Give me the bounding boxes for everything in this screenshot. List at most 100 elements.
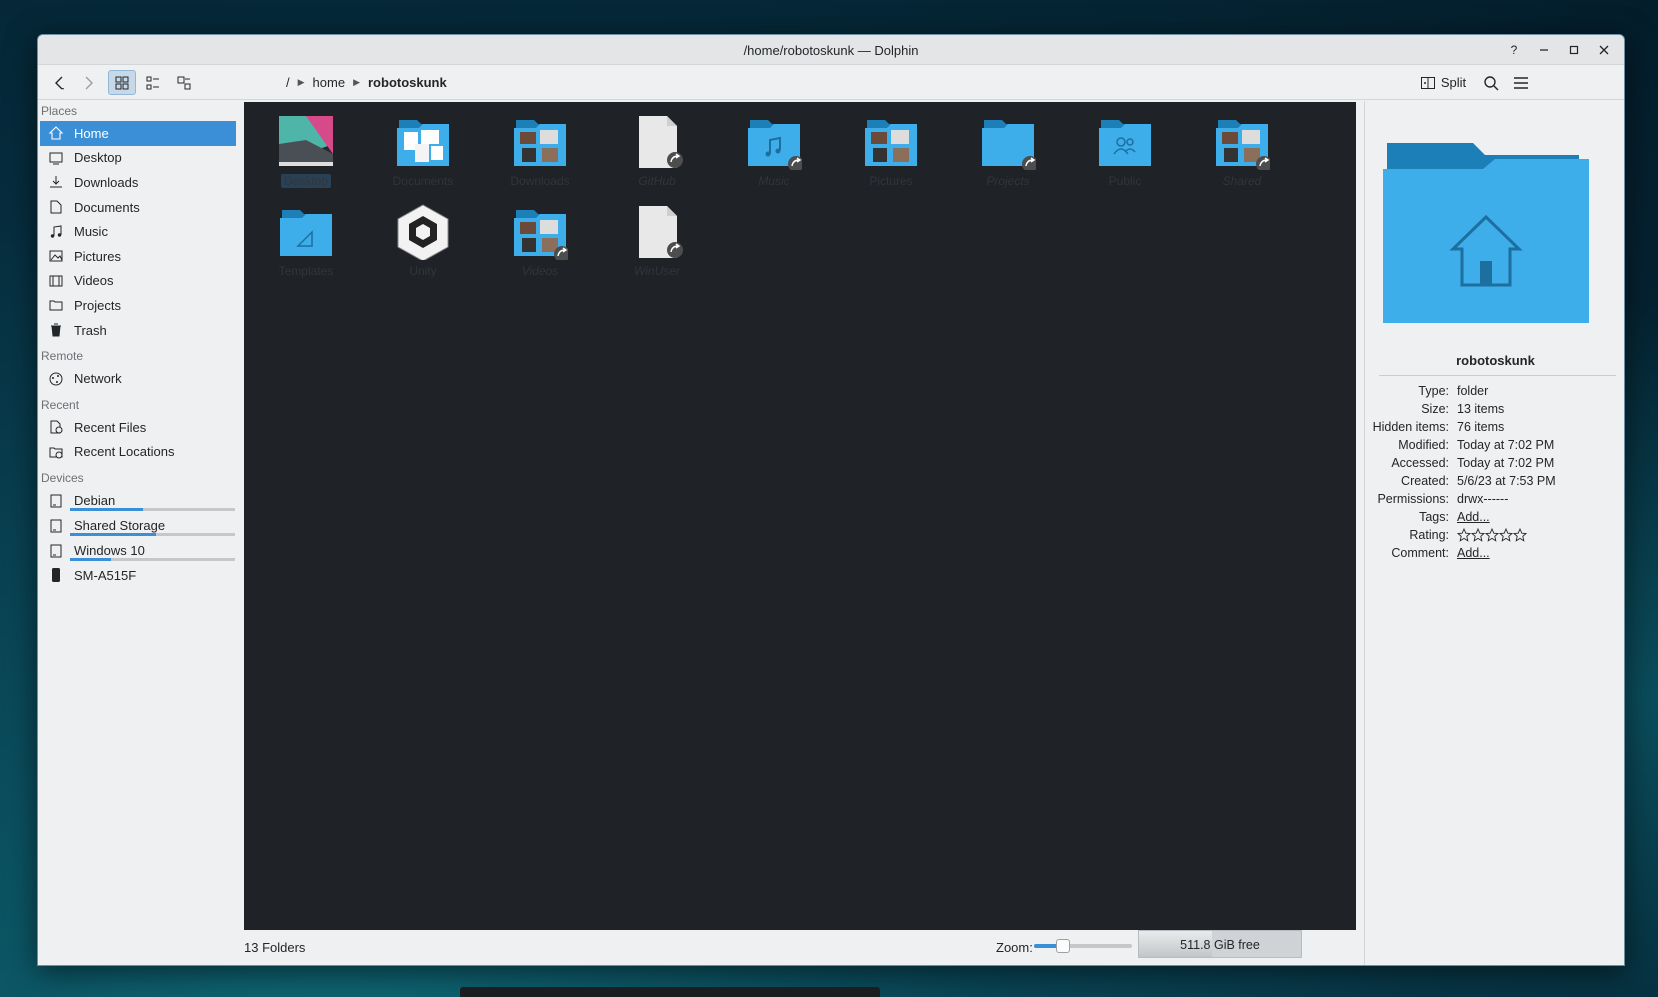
file-item-label: Pictures	[869, 174, 913, 188]
info-row: Hidden items: 76 items	[1365, 418, 1556, 436]
sidebar-item-documents[interactable]: Documents	[40, 195, 236, 220]
file-item-shared[interactable]: Shared	[1192, 114, 1292, 188]
minimize-button[interactable]	[1532, 39, 1556, 61]
sidebar-item-label: Downloads	[74, 174, 139, 190]
music-icon	[48, 224, 64, 240]
info-row-rating: Rating:	[1365, 526, 1556, 544]
info-value: 5/6/23 at 7:53 PM	[1457, 474, 1556, 488]
sidebar-item-music[interactable]: Music	[40, 219, 236, 244]
details-view-button[interactable]	[170, 70, 198, 95]
sidebar-item-pictures[interactable]: Pictures	[40, 244, 236, 269]
info-key: Created:	[1401, 474, 1449, 488]
back-button[interactable]	[46, 70, 72, 95]
forward-button[interactable]	[76, 70, 102, 95]
star-icon[interactable]	[1485, 528, 1499, 542]
sidebar-item-windows-10[interactable]: Windows 10	[40, 538, 236, 563]
recent-locations-icon	[48, 444, 64, 460]
info-row: Size: 13 items	[1365, 400, 1556, 418]
info-row-comment: Comment: Add...	[1365, 544, 1556, 562]
info-value: drwx------	[1457, 492, 1509, 506]
compact-view-button[interactable]	[139, 70, 167, 95]
file-item-music[interactable]: Music	[724, 114, 824, 188]
sidebar-item-label: Shared Storage	[74, 518, 166, 534]
close-button[interactable]	[1592, 39, 1616, 61]
download-icon	[48, 174, 64, 190]
file-item-label: Templates	[278, 264, 334, 278]
free-space-bar[interactable]: 511.8 GiB free	[1138, 930, 1302, 958]
search-icon	[1484, 75, 1499, 90]
info-row: Modified: Today at 7:02 PM	[1365, 436, 1556, 454]
file-item-label: Music	[758, 174, 790, 188]
comment-add-link[interactable]: Add...	[1457, 546, 1490, 560]
breadcrumb-root[interactable]: /	[286, 75, 290, 90]
folder-icon	[256, 204, 356, 260]
file-item-documents[interactable]: Documents	[373, 114, 473, 188]
toolbar: / ▶ home ▶ robotoskunk Split	[38, 65, 1624, 100]
search-button[interactable]	[1478, 70, 1504, 95]
file-item-github[interactable]: GitHub	[607, 114, 707, 188]
star-icon[interactable]	[1499, 528, 1513, 542]
info-row: Permissions: drwx------	[1365, 490, 1556, 508]
sidebar-item-desktop[interactable]: Desktop	[40, 146, 236, 171]
zoom-slider[interactable]	[1034, 939, 1132, 953]
sidebar-item-recent-locations[interactable]: Recent Locations	[40, 440, 236, 465]
taskbar-edge	[460, 987, 880, 997]
sidebar-item-videos[interactable]: Videos	[40, 269, 236, 294]
zoom-label: Zoom:	[996, 940, 1033, 955]
zoom-slider-handle[interactable]	[1056, 939, 1071, 953]
sidebar-item-label: Music	[74, 224, 108, 240]
maximize-button[interactable]	[1562, 39, 1586, 61]
folder-icon	[841, 114, 941, 170]
sidebar-item-label: Debian	[74, 493, 116, 509]
tags-add-link[interactable]: Add...	[1457, 510, 1490, 524]
sidebar-item-debian[interactable]: Debian	[40, 488, 236, 513]
drive-icon	[48, 518, 64, 534]
breadcrumb-current[interactable]: robotoskunk	[368, 75, 447, 90]
file-item-downloads[interactable]: Downloads	[490, 114, 590, 188]
star-icon[interactable]	[1471, 528, 1485, 542]
file-item-projects[interactable]: Projects	[958, 114, 1058, 188]
menu-button[interactable]	[1508, 70, 1534, 95]
info-key: Permissions:	[1377, 492, 1449, 506]
folder-icon	[958, 114, 1058, 172]
sidebar-item-shared-storage[interactable]: Shared Storage	[40, 513, 236, 538]
capacity-bar	[70, 558, 235, 562]
star-icon[interactable]	[1457, 528, 1471, 542]
title-bar[interactable]: /home/robotoskunk — Dolphin ?	[38, 35, 1624, 65]
videos-icon	[48, 273, 64, 289]
breadcrumb-home[interactable]: home	[313, 75, 346, 90]
sidebar-item-trash[interactable]: Trash	[40, 318, 236, 343]
rating-stars[interactable]	[1457, 528, 1527, 542]
file-item-winuser[interactable]: WinUser	[607, 204, 707, 278]
star-icon[interactable]	[1513, 528, 1527, 542]
folder-icon	[48, 297, 64, 313]
file-item-videos[interactable]: Videos	[490, 204, 590, 278]
folder-icon	[490, 204, 590, 262]
file-item-label: Public	[1108, 174, 1142, 188]
sidebar-item-network[interactable]: Network	[40, 366, 236, 391]
help-button[interactable]: ?	[1502, 39, 1526, 61]
folder-icon	[1192, 114, 1292, 172]
icons-view-button[interactable]	[108, 70, 136, 95]
hamburger-menu-icon	[1514, 76, 1528, 89]
sidebar-item-home[interactable]: Home	[40, 121, 236, 146]
desktop-folder-icon	[256, 114, 356, 170]
unity-icon	[373, 204, 473, 262]
split-label: Split	[1440, 75, 1467, 90]
file-item-desktop[interactable]: Desktop	[256, 114, 356, 188]
file-item-templates[interactable]: Templates	[256, 204, 356, 278]
info-name: robotoskunk	[1456, 353, 1535, 368]
file-item-unity[interactable]: Unity	[373, 204, 473, 278]
file-item-public[interactable]: Public	[1075, 114, 1175, 188]
sidebar-item-recent-files[interactable]: Recent Files	[40, 415, 236, 440]
desktop-icon	[48, 150, 64, 166]
sidebar-item-downloads[interactable]: Downloads	[40, 170, 236, 195]
sidebar-item-projects[interactable]: Projects	[40, 293, 236, 318]
documents-icon	[48, 199, 64, 215]
file-view[interactable]: Desktop Documents Downloads GitHub Music…	[244, 102, 1356, 930]
dolphin-window: /home/robotoskunk — Dolphin ? / ▶ home ▶…	[37, 34, 1625, 966]
file-item-pictures[interactable]: Pictures	[841, 114, 941, 188]
sidebar-item-sm-a515f[interactable]: SM-A515F	[40, 563, 236, 588]
sidebar-item-label: Recent Locations	[74, 444, 175, 460]
split-button[interactable]: Split	[1416, 70, 1470, 95]
